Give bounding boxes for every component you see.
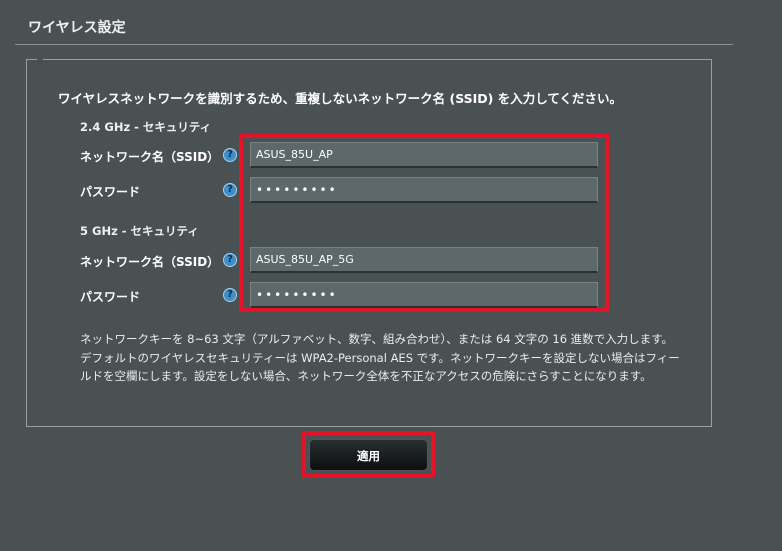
help-icon[interactable]: ? bbox=[223, 183, 237, 197]
section-heading-5ghz: 5 GHz - セキュリティ bbox=[80, 224, 199, 238]
page-title: ワイヤレス設定 bbox=[28, 20, 126, 36]
password-5-label: パスワード bbox=[80, 290, 141, 304]
intro-text: ワイヤレスネットワークを識別するため、重複しないネットワーク名 (SSID) を… bbox=[58, 91, 622, 106]
help-icon[interactable]: ? bbox=[223, 253, 237, 267]
ssid-24-label: ネットワーク名（SSID） bbox=[80, 150, 220, 164]
password-24-label: パスワード bbox=[80, 185, 141, 199]
apply-button[interactable]: 適用 bbox=[309, 439, 428, 471]
section-heading-24ghz: 2.4 GHz - セキュリティ bbox=[80, 120, 212, 134]
fields-highlight-box bbox=[239, 134, 609, 312]
title-divider bbox=[15, 44, 733, 45]
ssid-5-label: ネットワーク名（SSID） bbox=[80, 255, 220, 269]
panel-notch bbox=[37, 58, 43, 61]
help-icon[interactable]: ? bbox=[223, 288, 237, 302]
network-key-note: ネットワークキーを 8~63 文字（アルファベット、数字、組み合わせ）、または … bbox=[80, 332, 680, 383]
help-icon[interactable]: ? bbox=[223, 148, 237, 162]
